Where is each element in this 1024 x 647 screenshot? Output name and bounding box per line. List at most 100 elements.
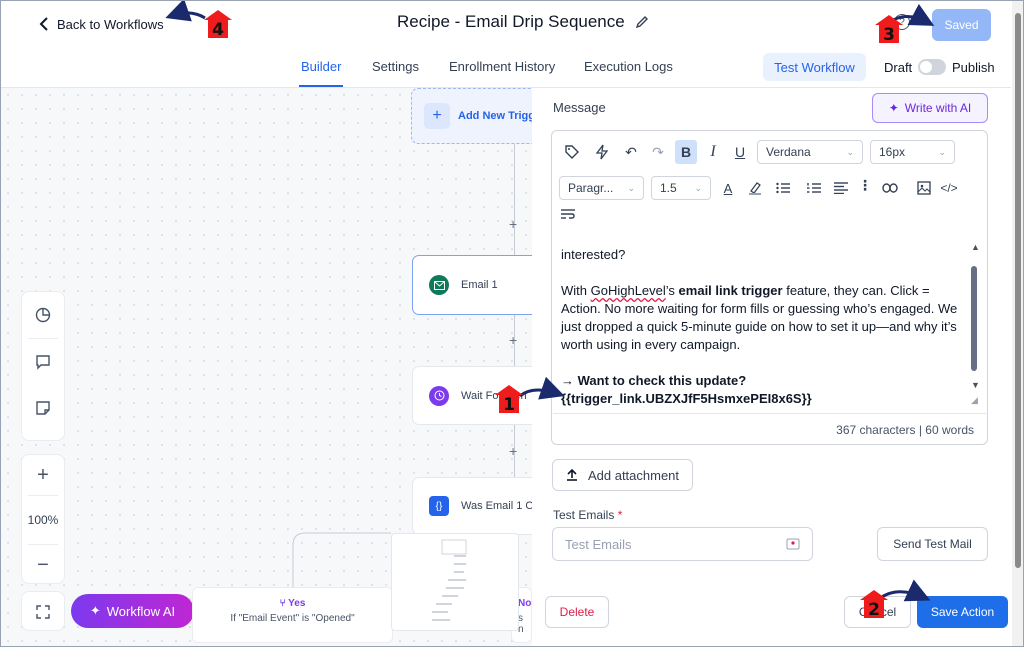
chevron-down-icon: ⌄ xyxy=(694,182,702,193)
text-run: With xyxy=(561,283,591,298)
link-icon[interactable] xyxy=(879,176,901,200)
publish-toggle[interactable] xyxy=(918,59,946,75)
add-step-plus-icon[interactable]: + xyxy=(509,216,517,232)
scroll-up-icon[interactable]: ▲ xyxy=(971,242,980,252)
bullet-list-icon[interactable] xyxy=(772,176,794,200)
line-height-value: 1.5 xyxy=(660,181,677,195)
font-family-select[interactable]: Verdana ⌄ xyxy=(757,140,863,164)
write-with-ai-button[interactable]: ✦ Write with AI xyxy=(872,93,988,123)
back-to-workflows-link[interactable]: Back to Workflows xyxy=(39,13,164,35)
marker-number: 1 xyxy=(503,395,515,415)
bold-phrase: email link trigger xyxy=(678,283,783,298)
image-icon[interactable] xyxy=(913,176,935,200)
pencil-icon[interactable] xyxy=(635,15,649,29)
tab-builder[interactable]: Builder xyxy=(301,59,341,74)
write-ai-label: Write with AI xyxy=(904,101,972,115)
workflow-node-condition[interactable]: {} Was Email 1 Op xyxy=(412,477,542,535)
tab-settings[interactable]: Settings xyxy=(372,59,419,74)
body-line-1: interested? xyxy=(561,247,626,262)
text-color-icon[interactable]: A xyxy=(717,176,739,200)
scroll-down-icon[interactable]: ▼ xyxy=(971,380,980,390)
highlight-icon[interactable] xyxy=(744,176,766,200)
annotation-arrow-4 xyxy=(165,1,206,22)
fit-view-button[interactable] xyxy=(21,591,65,631)
zoom-out-button[interactable]: − xyxy=(22,545,64,585)
lightning-icon[interactable] xyxy=(591,140,613,164)
numbered-list-icon[interactable] xyxy=(803,176,825,200)
marker-number: 2 xyxy=(868,600,880,620)
resize-handle-icon[interactable]: ◢ xyxy=(971,395,978,406)
redo-icon[interactable]: ↷ xyxy=(647,140,669,164)
tag-icon[interactable] xyxy=(561,140,583,164)
test-emails-input[interactable]: Test Emails xyxy=(552,527,813,561)
bold-button[interactable]: B xyxy=(675,140,697,164)
workflow-ai-button[interactable]: ✦ Workflow AI xyxy=(71,594,194,628)
sparkle-icon: ✦ xyxy=(89,603,101,618)
marker-number: 4 xyxy=(212,20,224,40)
font-size-select[interactable]: 16px ⌄ xyxy=(870,140,955,164)
window-scrollbar[interactable] xyxy=(1012,1,1023,646)
trigger-link-token: {{trigger_link.UBZXJfF5HsmxePEI8x6S}} xyxy=(561,391,812,406)
undo-icon[interactable]: ↶ xyxy=(620,140,642,164)
required-asterisk: * xyxy=(617,508,623,522)
contact-card-icon[interactable] xyxy=(786,538,800,550)
more-options-icon[interactable]: ⋮ xyxy=(854,173,876,197)
pie-chart-icon[interactable] xyxy=(22,292,64,338)
add-attachment-button[interactable]: Add attachment xyxy=(552,459,693,491)
branch-yes-condition: If "Email Event" is "Opened" xyxy=(230,613,355,624)
page-title-group: Recipe - Email Drip Sequence xyxy=(397,12,649,32)
sticky-note-icon[interactable] xyxy=(22,385,64,431)
add-step-plus-icon[interactable]: + xyxy=(509,332,517,348)
workflow-node-email-1[interactable]: Email 1 xyxy=(412,255,542,315)
text-wrap-icon[interactable] xyxy=(557,202,579,226)
upload-icon xyxy=(566,469,577,481)
saved-button[interactable]: Saved xyxy=(932,9,991,41)
delete-button[interactable]: Delete xyxy=(545,596,609,628)
italic-button[interactable]: I xyxy=(702,140,724,164)
canvas-tools xyxy=(21,291,65,441)
test-emails-placeholder: Test Emails xyxy=(565,536,632,552)
line-height-select[interactable]: 1.5 ⌄ xyxy=(651,176,711,200)
character-counter: 367 characters | 60 words xyxy=(553,413,988,445)
save-action-button[interactable]: Save Action xyxy=(917,596,1008,628)
branch-icon: ⑂ xyxy=(279,598,286,609)
node-label: Was Email 1 Op xyxy=(461,500,541,512)
send-test-mail-button[interactable]: Send Test Mail xyxy=(877,527,988,561)
branch-yes-node[interactable]: ⑂ Yes If "Email Event" is "Opened" xyxy=(192,587,393,643)
workflow-ai-label: Workflow AI xyxy=(106,603,176,619)
label-text: Test Emails xyxy=(553,508,615,522)
chevron-down-icon: ⌄ xyxy=(846,146,854,157)
align-icon[interactable] xyxy=(830,176,852,200)
publish-label: Publish xyxy=(952,60,995,75)
zoom-controls: + 100% − xyxy=(21,454,65,584)
comment-icon[interactable] xyxy=(22,339,64,385)
paragraph-select[interactable]: Paragr... ⌄ xyxy=(559,176,644,200)
minimap-preview xyxy=(432,539,467,621)
page-title: Recipe - Email Drip Sequence xyxy=(397,12,625,31)
message-body[interactable]: interested? With GoHighLevel’s email lin… xyxy=(561,246,961,408)
editor-scrollbar-thumb[interactable] xyxy=(971,266,977,371)
clock-icon xyxy=(429,385,449,406)
code-icon[interactable]: </> xyxy=(938,176,960,200)
braces-icon: {} xyxy=(429,496,449,516)
body-paragraph: With GoHighLevel’s email link trigger fe… xyxy=(561,282,961,354)
marker-number: 3 xyxy=(883,25,895,45)
trigger-label: Add New Trigg xyxy=(458,110,535,122)
underline-button[interactable]: U xyxy=(729,140,751,164)
back-label: Back to Workflows xyxy=(57,16,164,32)
minimap[interactable] xyxy=(391,533,519,631)
zoom-level: 100% xyxy=(27,513,59,527)
add-attachment-label: Add attachment xyxy=(587,467,680,483)
tab-execution-logs[interactable]: Execution Logs xyxy=(584,59,673,74)
envelope-icon xyxy=(429,275,449,295)
add-trigger-node[interactable]: + Add New Trigg xyxy=(411,88,541,144)
connector-line xyxy=(514,144,515,256)
sparkle-icon: ✦ xyxy=(888,101,899,115)
tab-enrollment-history[interactable]: Enrollment History xyxy=(449,59,555,74)
chevron-down-icon: ⌄ xyxy=(938,146,946,157)
message-label: Message xyxy=(553,100,606,115)
add-step-plus-icon[interactable]: + xyxy=(509,443,517,459)
test-workflow-button[interactable]: Test Workflow xyxy=(763,53,866,81)
zoom-in-button[interactable]: + xyxy=(22,455,64,495)
test-emails-label: Test Emails * xyxy=(553,508,622,522)
